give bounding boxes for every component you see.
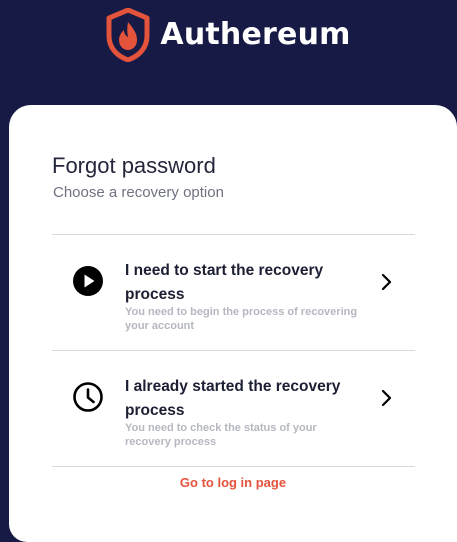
shield-flame-icon	[106, 8, 150, 62]
option-description: You need to check the status of your rec…	[125, 422, 317, 448]
header: Authereum	[0, 0, 457, 70]
chevron-right-icon	[378, 389, 394, 407]
option-title: I need to start the recovery process	[125, 262, 324, 303]
play-circle-icon	[72, 265, 104, 297]
chevron-right-icon	[378, 273, 394, 291]
option-description: You need to begin the process of recover…	[125, 306, 358, 332]
option-start-recovery[interactable]: I need to start the recovery process You…	[52, 235, 415, 349]
page-title: Forgot password	[52, 153, 216, 178]
brand-name: Authereum	[160, 17, 351, 52]
brand: Authereum	[106, 8, 350, 62]
recovery-card: Forgot password Choose a recovery option…	[9, 105, 457, 542]
option-check-recovery-status[interactable]: I already started the recovery process Y…	[52, 351, 415, 465]
go-to-login-link[interactable]: Go to log in page	[9, 475, 457, 490]
page: Authereum Forgot password Choose a recov…	[0, 0, 457, 542]
page-subtitle: Choose a recovery option	[53, 184, 224, 201]
divider	[52, 466, 415, 467]
option-title: I already started the recovery process	[125, 378, 341, 419]
clock-icon	[72, 381, 104, 413]
